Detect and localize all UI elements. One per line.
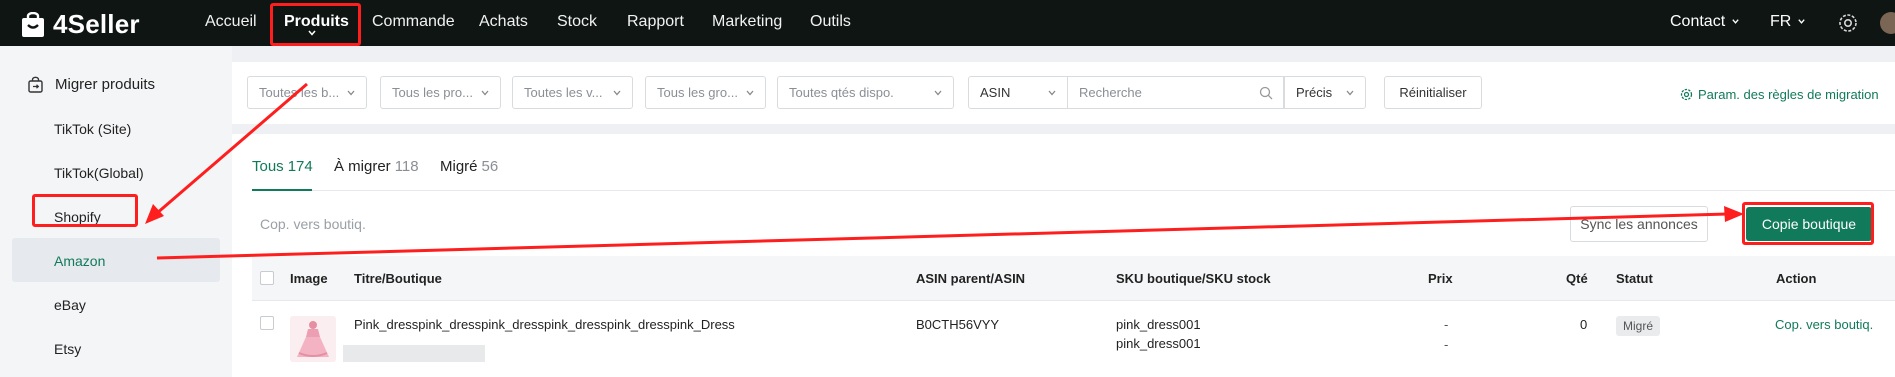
produits-select-value: Tous les pro... xyxy=(392,85,473,100)
language-label: FR xyxy=(1770,13,1792,30)
search-icon xyxy=(1259,86,1273,100)
match-mode-select-value: Précis xyxy=(1296,85,1333,100)
nav-accueil[interactable]: Accueil xyxy=(205,13,257,31)
header-qte: Qté xyxy=(1566,271,1588,286)
settings-icon[interactable] xyxy=(1837,12,1859,34)
nav-stock[interactable]: Stock xyxy=(557,13,597,31)
tab-migre[interactable]: Migré 56 xyxy=(440,158,498,175)
header-divider xyxy=(252,300,1895,301)
user-avatar[interactable] xyxy=(1880,12,1895,34)
chevron-down-icon xyxy=(1732,19,1739,25)
quantite-select-value: Toutes qtés dispo. xyxy=(789,85,894,100)
row-asin: B0CTH56VYY xyxy=(916,317,1000,332)
boutique-select-value: Toutes les b... xyxy=(259,85,340,100)
sidebar-item-etsy[interactable]: Etsy xyxy=(54,341,81,357)
row-quantity: 0 xyxy=(1580,317,1588,332)
filter-bar: Toutes les b... Tous les pro... Toutes l… xyxy=(232,62,1895,124)
search-field-select[interactable]: ASIN xyxy=(968,76,1068,109)
language-menu[interactable]: FR xyxy=(1770,13,1806,31)
select-all-checkbox[interactable] xyxy=(260,271,274,285)
tab-tous[interactable]: Tous 174 xyxy=(252,158,313,175)
chevron-down-icon xyxy=(481,90,489,96)
annotation-highlight-produits xyxy=(270,3,361,46)
tab-migre-label: Migré xyxy=(440,158,478,175)
search-input-placeholder: Recherche xyxy=(1079,85,1142,100)
row-sku-stock: pink_dress001 xyxy=(1116,336,1201,351)
chevron-down-icon xyxy=(1798,19,1806,25)
gear-icon xyxy=(1680,88,1693,101)
redacted-store-name xyxy=(343,345,485,362)
sidebar-item-amazon[interactable]: Amazon xyxy=(54,253,105,269)
contact-label: Contact xyxy=(1670,13,1726,30)
header-image: Image xyxy=(290,271,328,286)
boutique-select[interactable]: Toutes les b... xyxy=(247,76,367,109)
groupes-select[interactable]: Tous les gro... xyxy=(645,76,766,109)
tab-divider xyxy=(252,190,1895,191)
search-field-select-value: ASIN xyxy=(980,85,1011,100)
tab-a-migrer-label: À migrer xyxy=(334,158,391,175)
nav-rapport[interactable]: Rapport xyxy=(627,13,684,31)
migration-rules-label: Param. des règles de migration xyxy=(1698,87,1879,102)
sync-listings-button[interactable]: Sync les annonces xyxy=(1570,206,1708,242)
chevron-down-icon xyxy=(934,90,942,96)
header-statut: Statut xyxy=(1616,271,1653,286)
nav-outils[interactable]: Outils xyxy=(810,13,851,31)
nav-marketing[interactable]: Marketing xyxy=(712,13,782,31)
sidebar-header[interactable]: Migrer produits xyxy=(27,76,155,93)
tab-a-migrer-count: 118 xyxy=(394,158,419,175)
row-checkbox[interactable] xyxy=(260,316,274,330)
annotation-highlight-amazon xyxy=(32,194,138,227)
sidebar-item-tiktok-site[interactable]: TikTok (Site) xyxy=(54,121,131,137)
row-title[interactable]: Pink_dresspink_dresspink_dresspink_dress… xyxy=(354,317,735,332)
product-thumbnail[interactable] xyxy=(290,316,336,362)
quantite-select[interactable]: Toutes qtés dispo. xyxy=(777,76,954,109)
header-titre: Titre/Boutique xyxy=(354,271,442,286)
header-sku: SKU boutique/SKU stock xyxy=(1116,271,1271,286)
match-mode-select[interactable]: Précis xyxy=(1284,76,1366,109)
chevron-down-icon xyxy=(1048,90,1056,96)
annotation-highlight-copy-button xyxy=(1742,202,1874,245)
tab-a-migrer[interactable]: À migrer 118 xyxy=(334,158,419,175)
row-sku-boutique: pink_dress001 xyxy=(1116,317,1201,332)
active-tab-underline xyxy=(252,189,312,191)
nav-achats[interactable]: Achats xyxy=(479,13,528,31)
row-copy-action-link[interactable]: Cop. vers boutiq. xyxy=(1775,317,1873,332)
status-badge: Migré xyxy=(1616,316,1661,336)
variantes-select[interactable]: Toutes les v... xyxy=(512,76,633,109)
nav-commande[interactable]: Commande xyxy=(372,13,455,31)
tab-tous-label: Tous xyxy=(252,158,284,175)
brand-name: 4Seller xyxy=(53,9,140,39)
sidebar-header-label: Migrer produits xyxy=(55,76,156,93)
row-price: - xyxy=(1444,317,1449,332)
bulk-copy-placeholder[interactable]: Cop. vers boutiq. xyxy=(260,216,366,232)
sidebar-item-tiktok-global[interactable]: TikTok(Global) xyxy=(54,165,144,181)
sidebar-active-background xyxy=(12,238,220,282)
tab-migre-count: 56 xyxy=(481,158,499,175)
groupes-select-value: Tous les gro... xyxy=(657,85,738,100)
brand-logo[interactable]: 4Seller xyxy=(20,9,140,40)
tab-tous-count: 174 xyxy=(287,158,313,175)
header-action: Action xyxy=(1776,271,1817,286)
produits-select[interactable]: Tous les pro... xyxy=(380,76,501,109)
chevron-down-icon xyxy=(347,90,355,96)
migrate-bag-icon xyxy=(28,76,43,93)
search-input[interactable]: Recherche xyxy=(1068,76,1284,109)
reset-button[interactable]: Réinitialiser xyxy=(1384,76,1482,109)
shopping-bag-icon xyxy=(22,11,44,37)
sidebar-item-ebay[interactable]: eBay xyxy=(54,297,86,313)
header-prix: Prix xyxy=(1428,271,1453,286)
migration-rules-link[interactable]: Param. des règles de migration xyxy=(1680,87,1879,102)
table-header: Image Titre/Boutique ASIN parent/ASIN SK… xyxy=(252,256,1895,300)
pink-dress-image xyxy=(290,316,336,362)
contact-menu[interactable]: Contact xyxy=(1670,13,1740,31)
chevron-down-icon xyxy=(1346,90,1354,96)
header-asin: ASIN parent/ASIN xyxy=(916,271,1026,286)
row-price-secondary: - xyxy=(1444,337,1449,352)
product-list-panel: Tous 174 À migrer 118 Migré 56 Cop. vers bo… xyxy=(232,134,1895,377)
variantes-select-value: Toutes les v... xyxy=(524,85,603,100)
chevron-down-icon xyxy=(613,90,621,96)
chevron-down-icon xyxy=(746,90,754,96)
